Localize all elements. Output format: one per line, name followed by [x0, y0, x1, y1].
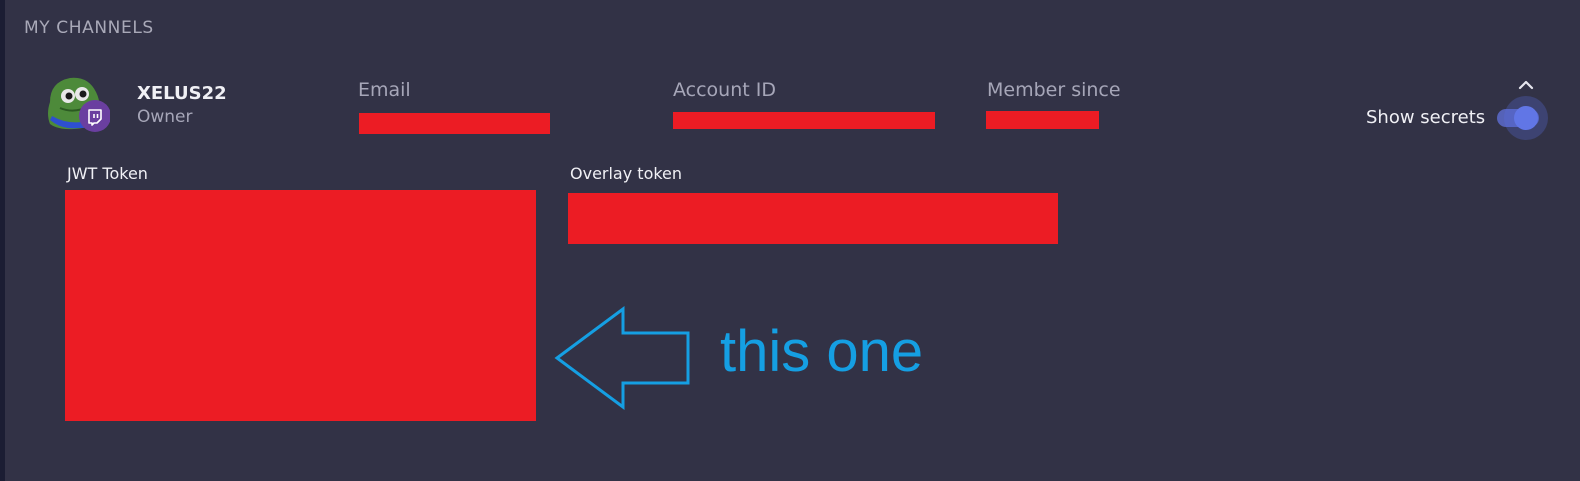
- email-value-redacted: [359, 113, 550, 134]
- member-since-value-redacted: [986, 111, 1099, 129]
- jwt-token-value-redacted: [65, 190, 536, 421]
- jwt-token-label: JWT Token: [67, 164, 148, 183]
- show-secrets-label: Show secrets: [1366, 107, 1486, 128]
- section-title: MY CHANNELS: [24, 18, 154, 38]
- collapse-button[interactable]: [1514, 76, 1538, 92]
- annotation-text: this one: [720, 319, 924, 384]
- overlay-token-label: Overlay token: [570, 164, 683, 183]
- left-rail: [0, 0, 5, 481]
- channel-avatar: [44, 74, 111, 134]
- member-since-label: Member since: [987, 79, 1121, 101]
- show-secrets-toggle-knob[interactable]: [1514, 106, 1538, 130]
- twitch-icon: [88, 109, 102, 126]
- channel-name: XELUS22: [137, 83, 227, 104]
- arrow-left-outline-icon: [554, 306, 690, 410]
- overlay-token-value-redacted: [568, 193, 1058, 244]
- channel-panel: MY CHANNELS XELUS22 Owner Email Account …: [0, 0, 1580, 481]
- channel-role: Owner: [137, 107, 193, 127]
- chevron-up-icon: [1518, 80, 1534, 90]
- account-id-value-redacted: [673, 112, 935, 129]
- account-id-label: Account ID: [673, 79, 776, 101]
- email-label: Email: [358, 79, 411, 101]
